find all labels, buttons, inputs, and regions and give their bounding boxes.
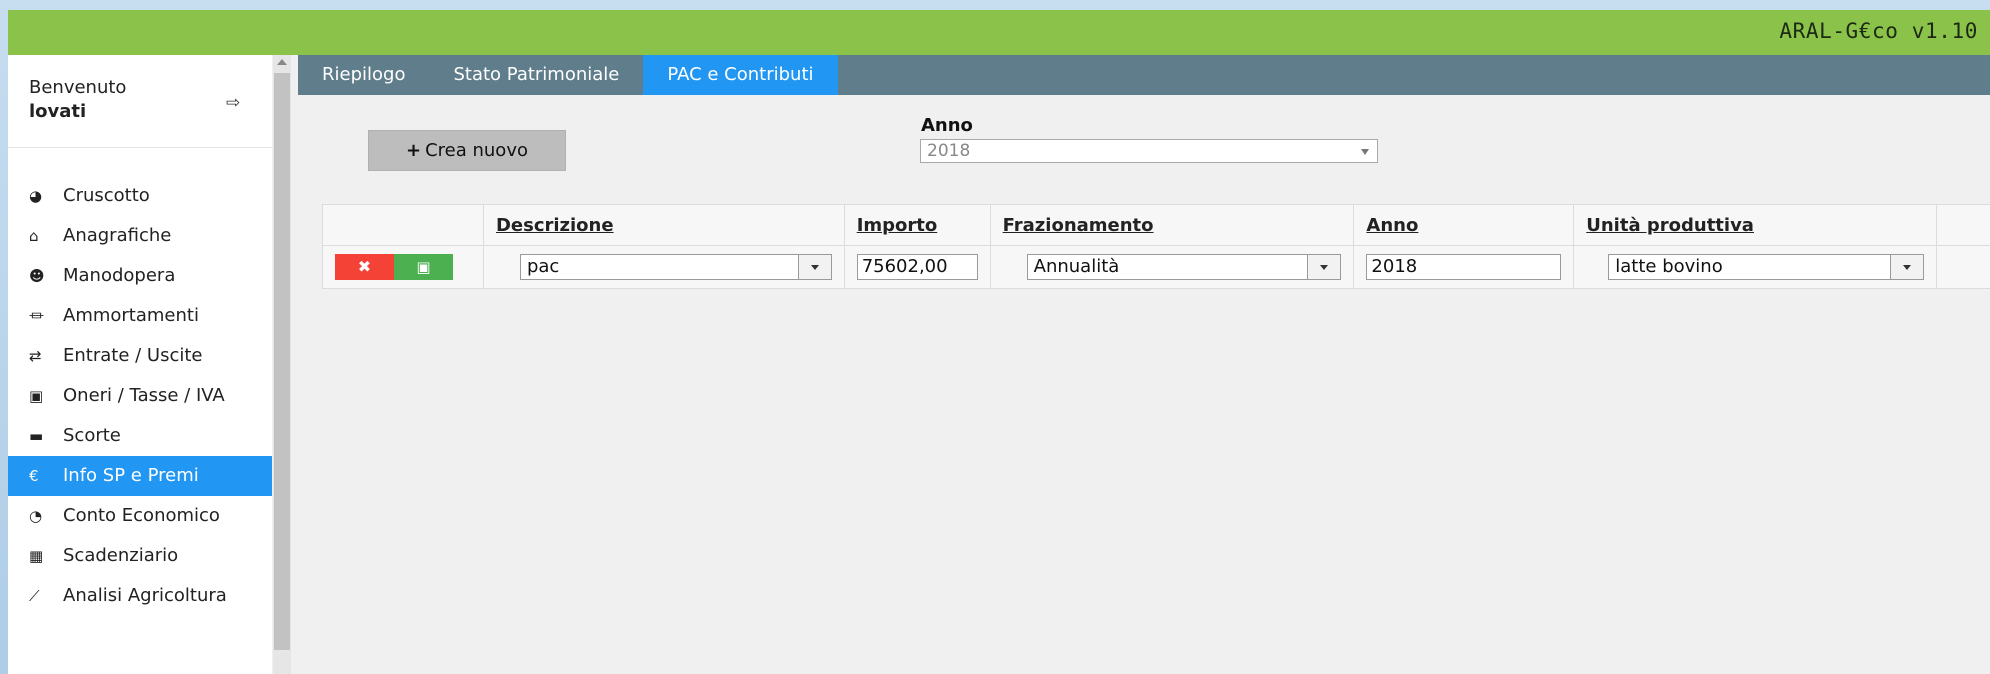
delete-row-button[interactable]: ✖ [335, 254, 394, 280]
scroll-thumb[interactable] [274, 73, 290, 650]
descrizione-value: pac [526, 256, 560, 277]
sidebar-item-anagrafiche[interactable]: ⌂ Anagrafiche [8, 216, 272, 256]
sidebar-item-scorte[interactable]: ▬ Scorte [8, 416, 272, 456]
save-row-button[interactable]: ▣ [394, 254, 453, 280]
sidebar-item-label: Entrate / Uscite [63, 345, 203, 366]
euro-icon: € [29, 467, 39, 485]
chevron-down-icon[interactable] [797, 255, 831, 279]
chevron-down-icon[interactable] [1307, 255, 1341, 279]
frazionamento-cell: Annualità [989, 245, 1355, 289]
sidebar-item-label: Oneri / Tasse / IVA [63, 385, 225, 406]
sidebar-item-info-sp-premi[interactable]: € Info SP e Premi [8, 456, 272, 496]
sidebar-item-label: Ammortamenti [63, 305, 199, 326]
tab-bar: Riepilogo Stato Patrimoniale PAC e Contr… [298, 55, 1990, 95]
create-new-button[interactable]: + Crea nuovo [368, 130, 566, 171]
sidebar-scrollbar[interactable] [273, 55, 291, 674]
extra-cell [1935, 245, 1990, 289]
welcome-panel: Benvenuto lovati ⇨ [8, 55, 272, 148]
descrizione-select[interactable]: pac [519, 254, 832, 280]
frazionamento-select[interactable]: Annualità [1026, 254, 1342, 280]
pie-chart-icon: ◔ [29, 507, 43, 525]
sidebar-item-entrate-uscite[interactable]: ⇄ Entrate / Uscite [8, 336, 272, 376]
app-title: ARAL-G€co v1.10 [1779, 19, 1978, 43]
actions-header [322, 204, 484, 246]
save-icon: ▣ [416, 258, 431, 276]
app-frame: ARAL-G€co v1.10 Benvenuto lovati ⇨ ◕ Crus… [8, 10, 1990, 674]
sidebar-item-label: Conto Economico [63, 505, 220, 526]
dashboard-icon: ◕ [29, 187, 43, 205]
plus-icon: + [406, 140, 422, 161]
money-icon: ▣ [29, 387, 44, 405]
sidebar-item-label: Scorte [63, 425, 121, 446]
scroll-up-arrow-icon[interactable] [277, 59, 287, 65]
sidebar-item-ammortamenti[interactable]: ⏛ Ammortamenti [8, 296, 272, 336]
unita-produttiva-select[interactable]: latte bovino [1608, 254, 1924, 280]
sidebar-item-label: Cruscotto [63, 185, 150, 206]
chevron-down-icon[interactable] [1889, 255, 1923, 279]
anno-cell: 2018 [1353, 245, 1575, 289]
header-unita-produttiva[interactable]: Unità produttiva [1573, 204, 1937, 246]
sidebar-item-label: Info SP e Premi [63, 465, 199, 486]
sidebar-item-manodopera[interactable]: ☻ Manodopera [8, 256, 272, 296]
sidebar-item-label: Scadenziario [63, 545, 179, 566]
tab-pac-contributi[interactable]: PAC e Contributi [643, 55, 838, 95]
close-icon: ✖ [357, 257, 372, 276]
anno-input[interactable]: 2018 [1366, 254, 1562, 280]
unita-cell: latte bovino [1573, 245, 1937, 289]
users-icon: ☻ [29, 267, 45, 285]
sidebar-item-conto-economico[interactable]: ◔ Conto Economico [8, 496, 272, 536]
unita-produttiva-value: latte bovino [1615, 256, 1723, 277]
bank-icon: ⏛ [29, 307, 45, 325]
header-frazionamento[interactable]: Frazionamento [989, 204, 1355, 246]
importo-input[interactable]: 75602,00 [856, 254, 978, 280]
tab-riepilogo[interactable]: Riepilogo [298, 55, 429, 95]
anno-filter-value: 2018 [927, 141, 971, 161]
create-new-label: Crea nuovo [425, 140, 528, 161]
chevron-down-icon [1361, 149, 1369, 155]
table-row: ✖ ▣ pac 75602,00 Annualità 2018 latte bo… [322, 245, 1990, 289]
table-header-row: Descrizione Importo Frazionamento Anno U… [322, 204, 1990, 246]
sidebar-item-oneri-tasse-iva[interactable]: ▣ Oneri / Tasse / IVA [8, 376, 272, 416]
archive-icon: ▬ [29, 427, 44, 445]
header-descrizione[interactable]: Descrizione [482, 204, 845, 246]
contributions-table: Descrizione Importo Frazionamento Anno U… [322, 204, 1990, 289]
descrizione-cell: pac [482, 245, 845, 289]
sidebar-item-scadenziario[interactable]: ▦ Scadenziario [8, 536, 272, 576]
row-actions: ✖ ▣ [322, 245, 484, 289]
header-importo[interactable]: Importo [843, 204, 991, 246]
anno-filter-label: Anno [921, 115, 973, 136]
exchange-icon: ⇄ [29, 347, 42, 365]
top-bar: ARAL-G€co v1.10 [8, 10, 1990, 55]
main-content: Riepilogo Stato Patrimoniale PAC e Contr… [298, 55, 1990, 674]
extra-header [1935, 204, 1990, 246]
sidebar-item-analisi-agricoltura[interactable]: ⟋ Analisi Agricoltura [8, 576, 272, 616]
sidebar-item-label: Analisi Agricoltura [63, 585, 227, 606]
sidebar-item-cruscotto[interactable]: ◕ Cruscotto [8, 176, 272, 216]
logout-icon[interactable]: ⇨ [226, 93, 240, 113]
line-chart-icon: ⟋ [29, 587, 40, 605]
anno-filter-select[interactable]: 2018 [920, 139, 1378, 163]
home-icon: ⌂ [29, 227, 39, 245]
sidebar-item-label: Manodopera [63, 265, 176, 286]
importo-cell: 75602,00 [843, 245, 991, 289]
calendar-check-icon: ▦ [29, 547, 44, 565]
tab-stato-patrimoniale[interactable]: Stato Patrimoniale [429, 55, 643, 95]
sidebar: Benvenuto lovati ⇨ ◕ Cruscotto ⌂ Anagrafic… [8, 55, 272, 674]
sidebar-menu: ◕ Cruscotto ⌂ Anagrafiche ☻ Manodopera ⏛ Amm… [8, 148, 272, 616]
header-anno[interactable]: Anno [1353, 204, 1575, 246]
frazionamento-value: Annualità [1033, 256, 1120, 277]
sidebar-item-label: Anagrafiche [63, 225, 172, 246]
